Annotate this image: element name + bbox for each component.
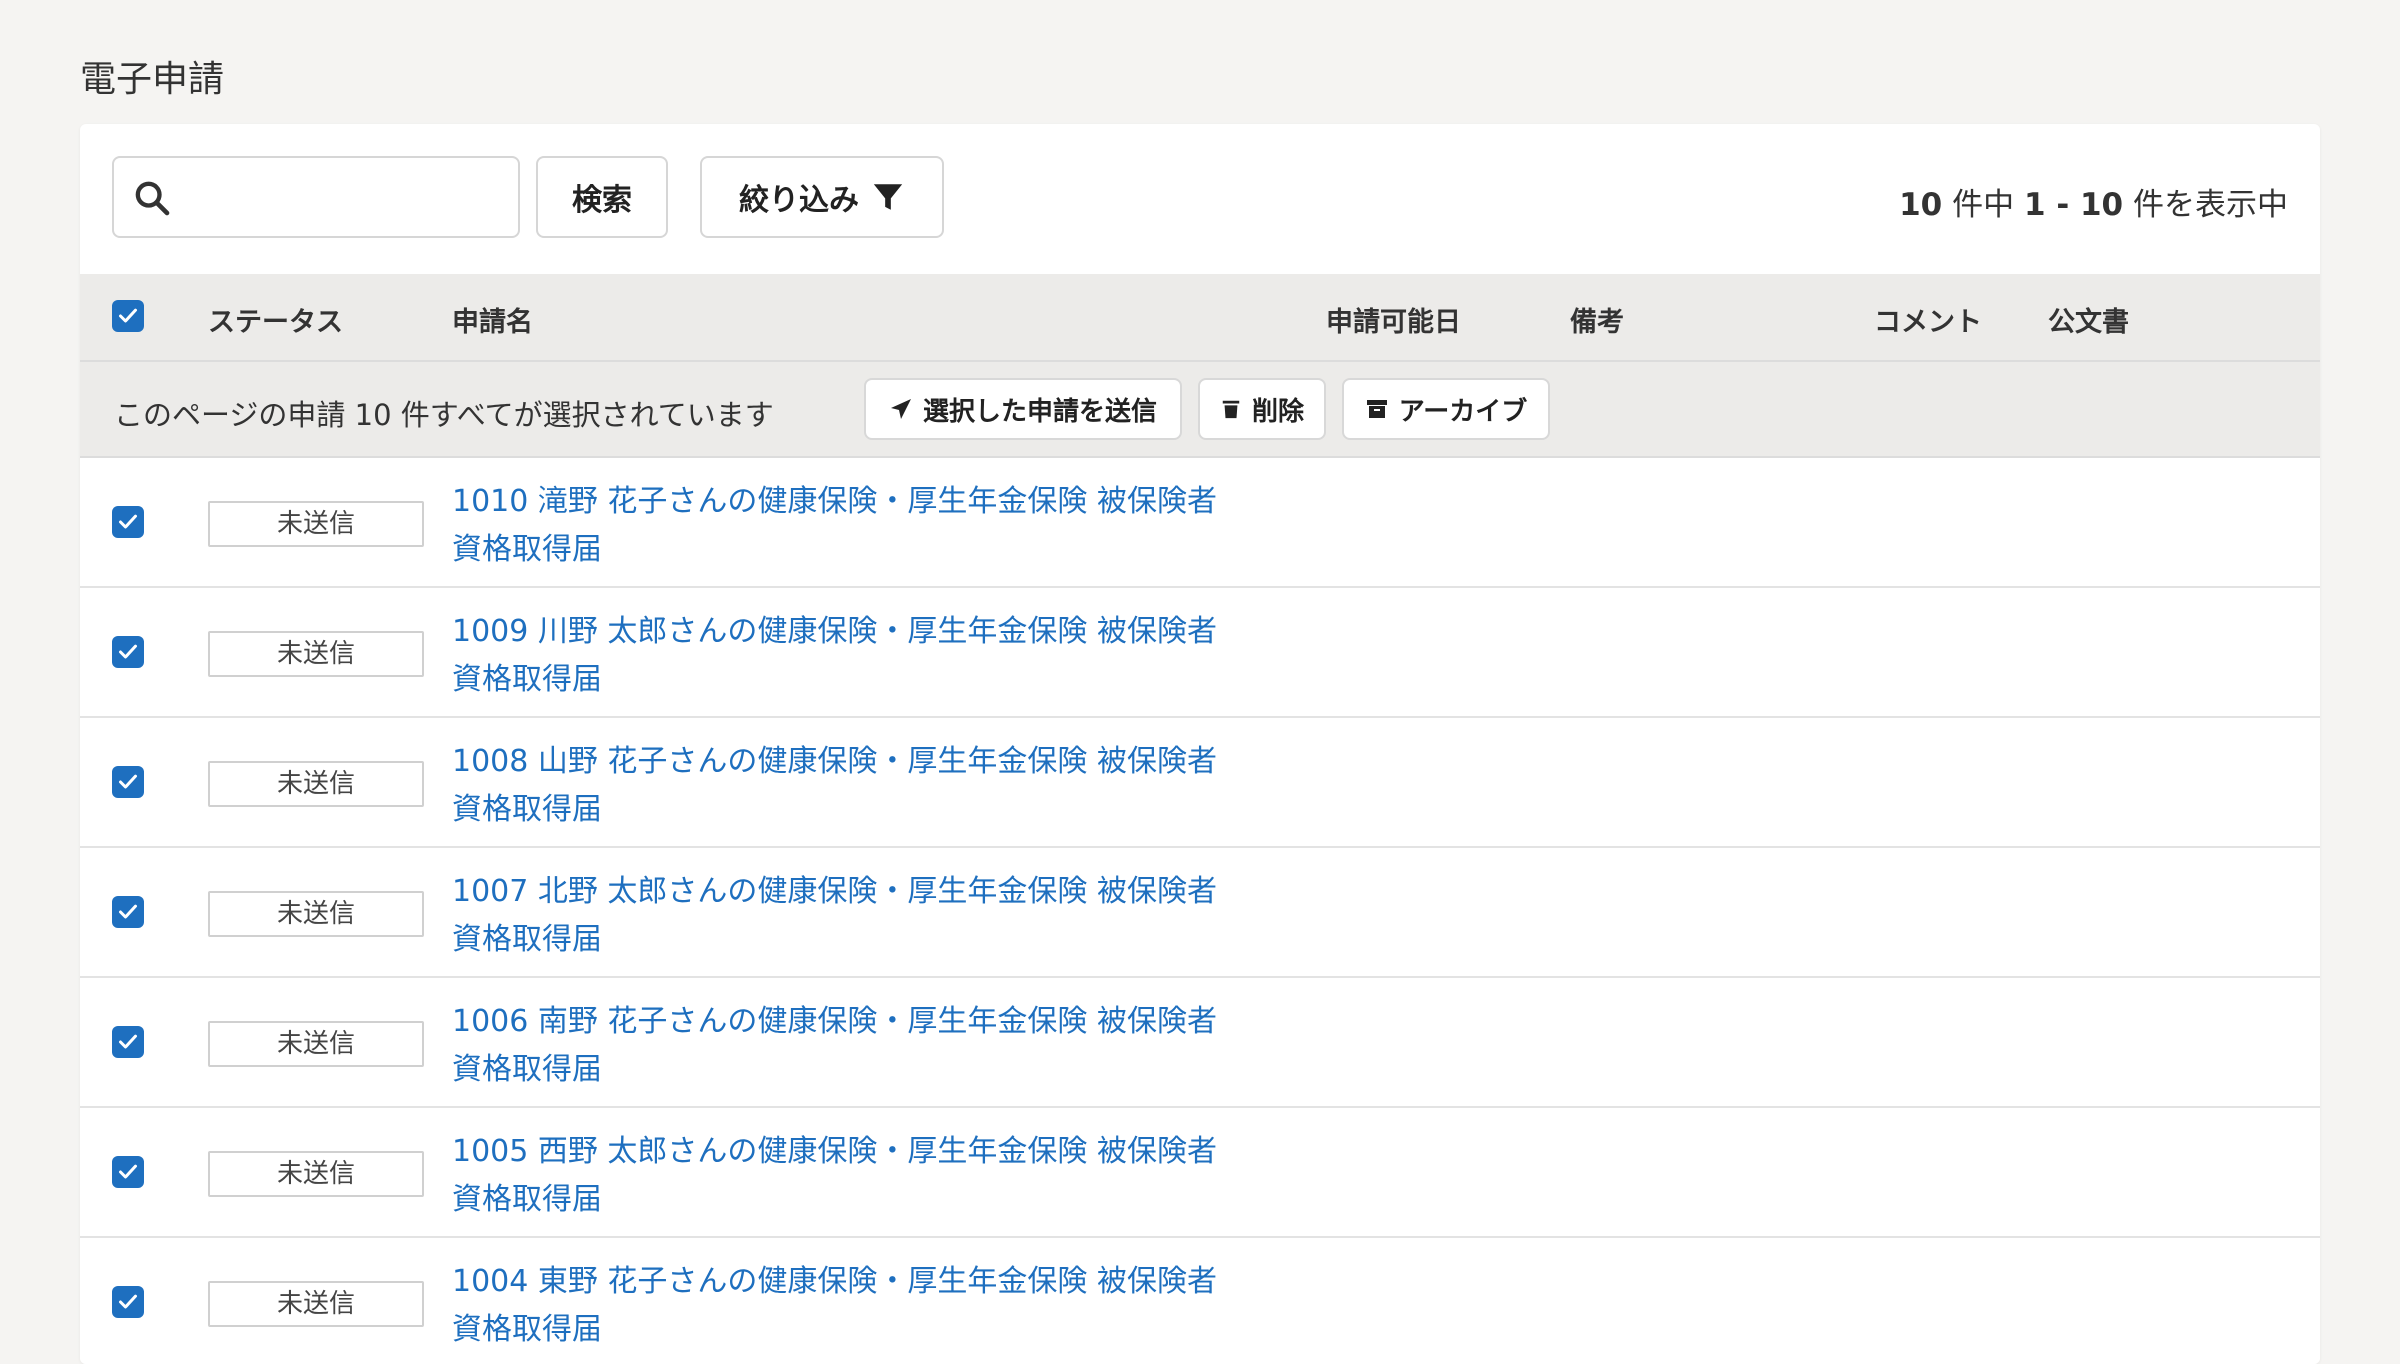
filter-icon — [873, 184, 903, 210]
checkbox-checked-icon — [119, 1034, 137, 1049]
count-suffix: 件を表示中 — [2123, 187, 2288, 223]
application-title-line1: 1004 東野 花子さんの健康保険・厚生年金保険 被保険者 — [452, 1264, 1217, 1299]
count-mid: 件中 — [1942, 187, 2024, 223]
search-input[interactable] — [178, 166, 508, 228]
application-title-line1: 1008 山野 花子さんの健康保険・厚生年金保険 被保険者 — [452, 744, 1217, 779]
delete-label: 削除 — [1251, 396, 1304, 427]
checkbox-checked-icon — [119, 308, 137, 323]
count-total: 10 — [1899, 187, 1943, 223]
table-row: 未送信 1010 滝野 花子さんの健康保険・厚生年金保険 被保険者 資格取得届 — [80, 458, 2320, 588]
table-row: 未送信 1005 西野 太郎さんの健康保険・厚生年金保険 被保険者 資格取得届 — [80, 1108, 2320, 1238]
checkbox-checked-icon — [119, 904, 137, 919]
send-selected-label: 選択した申請を送信 — [922, 396, 1157, 427]
column-name[interactable]: 申請名 — [452, 300, 533, 339]
application-title-line2: 資格取得届 — [452, 1182, 602, 1217]
application-title-line1: 1006 南野 花子さんの健康保険・厚生年金保険 被保険者 — [452, 1004, 1217, 1039]
column-comment[interactable]: コメント — [1874, 300, 1982, 339]
application-title-line2: 資格取得届 — [452, 662, 602, 697]
application-list: 未送信 1010 滝野 花子さんの健康保険・厚生年金保険 被保険者 資格取得届 未… — [80, 458, 2320, 1364]
table-row: 未送信 1009 川野 太郎さんの健康保険・厚生年金保険 被保険者 資格取得届 — [80, 588, 2320, 718]
status-badge: 未送信 — [208, 1281, 424, 1327]
table-header: ステータス 申請名 申請可能日 備考 コメント 公文書 — [80, 274, 2320, 362]
table-row: 未送信 1007 北野 太郎さんの健康保険・厚生年金保険 被保険者 資格取得届 — [80, 848, 2320, 978]
table-row: 未送信 1006 南野 花子さんの健康保険・厚生年金保険 被保険者 資格取得届 — [80, 978, 2320, 1108]
row-checkbox[interactable] — [112, 1286, 144, 1318]
status-badge: 未送信 — [208, 1021, 424, 1067]
row-checkbox[interactable] — [112, 1026, 144, 1058]
select-all-checkbox[interactable] — [112, 300, 144, 332]
delete-button[interactable]: 削除 — [1198, 378, 1326, 440]
send-selected-button[interactable]: 選択した申請を送信 — [864, 378, 1182, 440]
application-title-line1: 1010 滝野 花子さんの健康保険・厚生年金保険 被保険者 — [452, 484, 1217, 519]
status-badge: 未送信 — [208, 761, 424, 807]
filter-button-label: 絞り込み — [739, 183, 859, 218]
selection-message: このページの申請 10 件すべてが選択されています — [114, 398, 774, 432]
application-link[interactable]: 1008 山野 花子さんの健康保険・厚生年金保険 被保険者 資格取得届 — [452, 738, 1272, 834]
status-badge: 未送信 — [208, 501, 424, 547]
page-title: 電子申請 — [80, 59, 225, 100]
row-checkbox[interactable] — [112, 636, 144, 668]
filter-button[interactable]: 絞り込み — [700, 156, 944, 238]
application-link[interactable]: 1007 北野 太郎さんの健康保険・厚生年金保険 被保険者 資格取得届 — [452, 868, 1272, 964]
search-button[interactable]: 検索 — [536, 156, 668, 238]
send-icon — [890, 399, 911, 419]
checkbox-checked-icon — [119, 774, 137, 789]
archive-icon — [1366, 400, 1387, 418]
row-checkbox[interactable] — [112, 1156, 144, 1188]
application-title-line1: 1009 川野 太郎さんの健康保険・厚生年金保険 被保険者 — [452, 614, 1217, 649]
applications-panel: 検索 絞り込み 10 件中 1 - 10 件を表示中 ステータス 申請名 申請可… — [80, 124, 2320, 1364]
application-title-line1: 1005 西野 太郎さんの健康保険・厚生年金保険 被保険者 — [452, 1134, 1217, 1169]
checkbox-checked-icon — [119, 1164, 137, 1179]
application-title-line2: 資格取得届 — [452, 922, 602, 957]
application-title-line1: 1007 北野 太郎さんの健康保険・厚生年金保険 被保険者 — [452, 874, 1217, 909]
application-link[interactable]: 1009 川野 太郎さんの健康保険・厚生年金保険 被保険者 資格取得届 — [452, 608, 1272, 704]
column-official-doc[interactable]: 公文書 — [2048, 300, 2129, 339]
application-link[interactable]: 1006 南野 花子さんの健康保険・厚生年金保険 被保険者 資格取得届 — [452, 998, 1272, 1094]
application-title-line2: 資格取得届 — [452, 532, 602, 567]
status-badge: 未送信 — [208, 1151, 424, 1197]
selection-bar: このページの申請 10 件すべてが選択されています 選択した申請を送信 削除 ア… — [80, 362, 2320, 458]
application-title-line2: 資格取得届 — [452, 792, 602, 827]
application-title-line2: 資格取得届 — [452, 1052, 602, 1087]
row-checkbox[interactable] — [112, 506, 144, 538]
toolbar: 検索 絞り込み 10 件中 1 - 10 件を表示中 — [80, 124, 2320, 274]
table-row: 未送信 1004 東野 花子さんの健康保険・厚生年金保険 被保険者 資格取得届 — [80, 1238, 2320, 1364]
column-status[interactable]: ステータス — [208, 300, 343, 339]
result-count: 10 件中 1 - 10 件を表示中 — [1899, 179, 2288, 224]
column-available-date[interactable]: 申請可能日 — [1326, 300, 1461, 339]
row-checkbox[interactable] — [112, 766, 144, 798]
count-range: 1 - 10 — [2023, 187, 2124, 223]
search-box[interactable] — [112, 156, 520, 238]
application-link[interactable]: 1010 滝野 花子さんの健康保険・厚生年金保険 被保険者 資格取得届 — [452, 478, 1272, 574]
status-badge: 未送信 — [208, 631, 424, 677]
checkbox-checked-icon — [119, 644, 137, 659]
status-badge: 未送信 — [208, 891, 424, 937]
table-row: 未送信 1008 山野 花子さんの健康保険・厚生年金保険 被保険者 資格取得届 — [80, 718, 2320, 848]
application-link[interactable]: 1004 東野 花子さんの健康保険・厚生年金保険 被保険者 資格取得届 — [452, 1258, 1272, 1354]
search-button-label: 検索 — [572, 183, 632, 218]
archive-button[interactable]: アーカイブ — [1342, 378, 1550, 440]
checkbox-checked-icon — [119, 514, 137, 529]
application-title-line2: 資格取得届 — [452, 1312, 602, 1347]
row-checkbox[interactable] — [112, 896, 144, 928]
checkbox-checked-icon — [119, 1294, 137, 1309]
trash-icon — [1222, 400, 1240, 419]
archive-label: アーカイブ — [1398, 396, 1528, 427]
application-link[interactable]: 1005 西野 太郎さんの健康保険・厚生年金保険 被保険者 資格取得届 — [452, 1128, 1272, 1224]
search-icon — [135, 181, 170, 216]
column-notes[interactable]: 備考 — [1570, 300, 1624, 339]
